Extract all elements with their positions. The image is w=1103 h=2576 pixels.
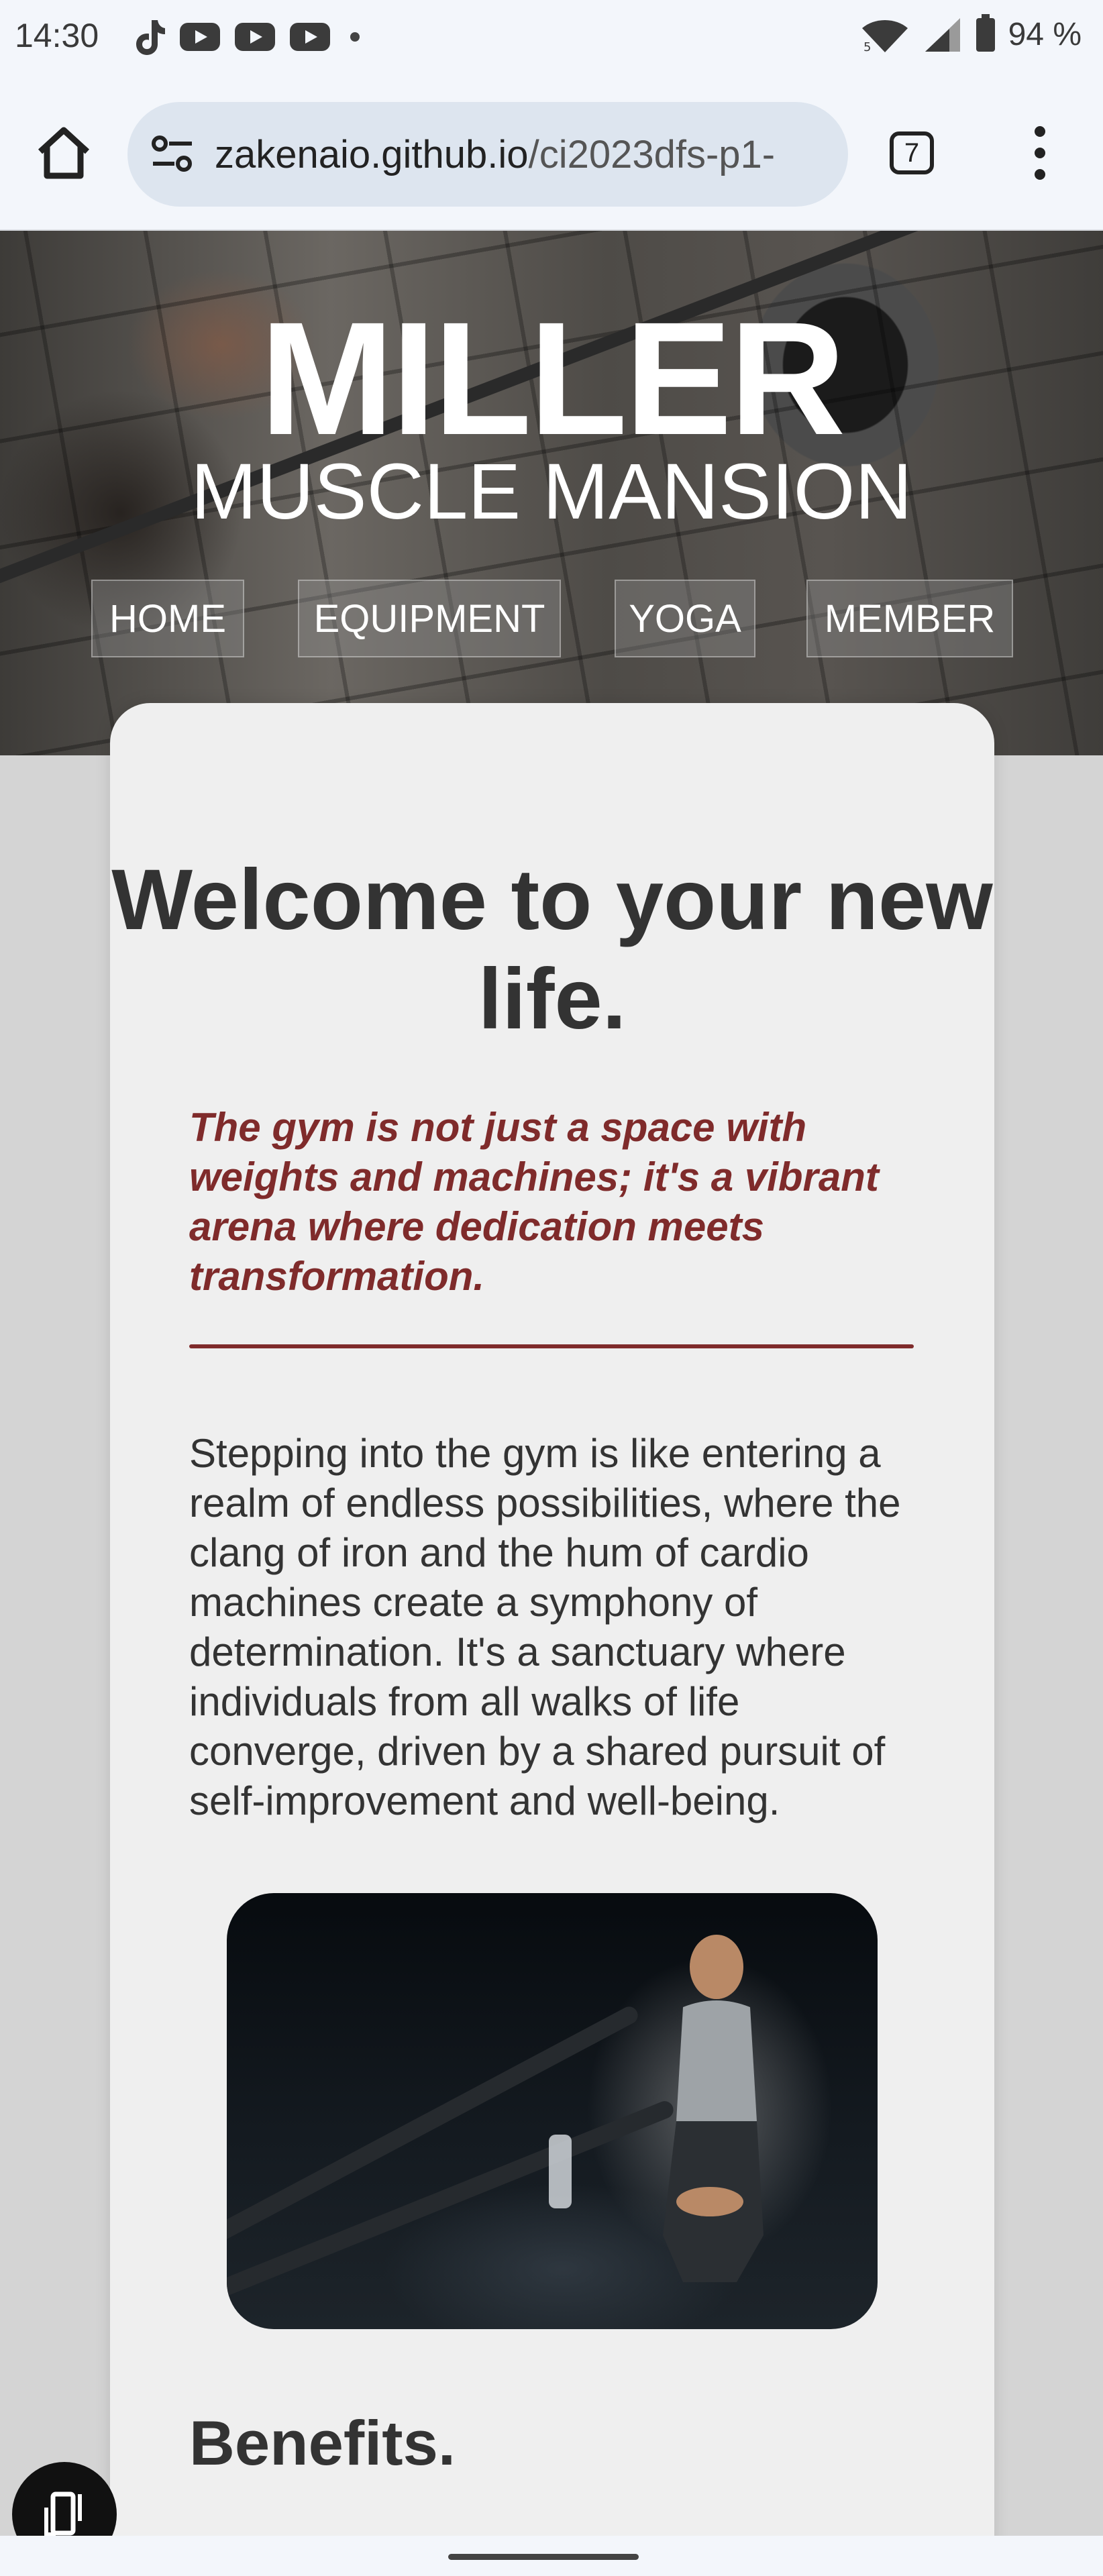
nav-home[interactable]: HOME xyxy=(91,580,244,657)
tab-count: 7 xyxy=(904,138,920,168)
status-time: 14:30 xyxy=(15,17,99,54)
url-path: /ci2023dfs-p1- xyxy=(528,132,776,176)
notification-icons xyxy=(134,19,360,55)
navigation-bar xyxy=(0,2536,1103,2576)
more-options-icon[interactable] xyxy=(1027,126,1053,180)
battery-icon xyxy=(976,13,995,52)
status-bar: 14:30 5 94 % xyxy=(0,0,1103,75)
benefits-heading: Benefits. xyxy=(189,2408,456,2478)
section-divider xyxy=(189,1344,914,1348)
battle-rope xyxy=(227,2003,641,2259)
tiktok-icon xyxy=(136,20,165,55)
site-subtitle: MUSCLE MANSION xyxy=(191,447,912,536)
nav-yoga[interactable]: YOGA xyxy=(615,580,755,657)
url-text: zakenaio.github.io/ci2023dfs-p1- xyxy=(215,132,775,177)
intro-quote: The gym is not just a space with weights… xyxy=(189,1105,879,1299)
nav-member[interactable]: MEMBER xyxy=(806,580,1013,657)
water-bottle xyxy=(549,2135,572,2208)
wifi-icon: 5 xyxy=(861,19,908,52)
url-host: zakenaio.github.io xyxy=(215,132,529,176)
intro-paragraph: Stepping into the gym is like entering a… xyxy=(189,1431,901,1823)
site-settings-icon[interactable] xyxy=(150,134,195,174)
content-card: Welcome to your new life. The gym is not… xyxy=(110,703,994,2555)
hero-banner: MILLER MUSCLE MANSION HOME EQUIPMENT YOG… xyxy=(0,231,1103,755)
signal-icon xyxy=(925,17,960,52)
welcome-heading: Welcome to your new life. xyxy=(111,852,993,1047)
youtube-icon xyxy=(180,23,220,51)
system-status: 5 94 % xyxy=(861,13,1082,53)
home-icon[interactable] xyxy=(35,123,93,181)
site-title: MILLER xyxy=(260,288,845,468)
nav-equipment[interactable]: EQUIPMENT xyxy=(298,580,561,657)
youtube-icon xyxy=(235,23,275,51)
address-bar[interactable]: zakenaio.github.io/ci2023dfs-p1- xyxy=(127,102,848,207)
wifi-badge: 5 xyxy=(863,40,871,52)
main-nav: HOME EQUIPMENT YOGA MEMBER xyxy=(0,580,1103,660)
browser-toolbar: zakenaio.github.io/ci2023dfs-p1- 7 xyxy=(0,75,1103,231)
athlete-figure xyxy=(663,1935,764,2282)
battery-level: 94 % xyxy=(1008,17,1082,52)
gym-athlete-image xyxy=(227,1893,878,2329)
youtube-icon xyxy=(290,23,330,51)
tab-switcher-button[interactable]: 7 xyxy=(890,131,934,174)
home-gesture-handle[interactable] xyxy=(448,2554,639,2560)
more-notifications-dot xyxy=(350,32,360,42)
screen-rotation-icon xyxy=(44,2491,82,2536)
